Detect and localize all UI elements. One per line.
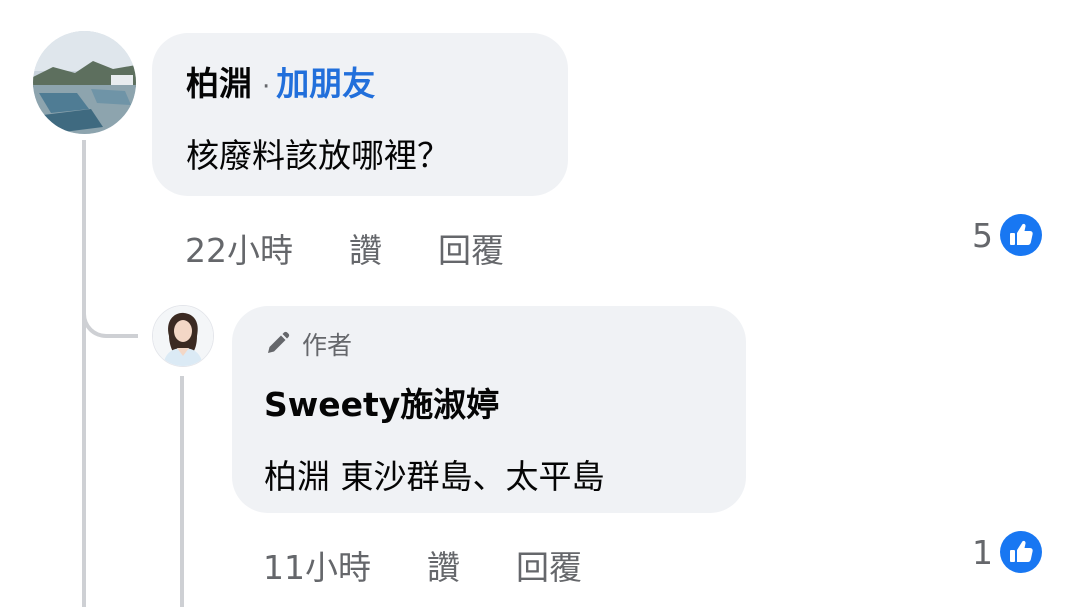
separator-dot: · — [262, 72, 271, 102]
comment-actions: 22小時 讚 回覆 — [185, 224, 504, 272]
reply-text: 柏淵 東沙群島、太平島 — [264, 457, 605, 496]
thread-line-main — [82, 140, 86, 607]
comment-thread: 柏淵 · 加朋友 核廢料該放哪裡？ 22小時 讚 回覆 5 作者 Sweety施… — [0, 0, 1080, 607]
reply-author-name[interactable]: Sweety施淑婷 — [264, 378, 499, 426]
thread-line-connector — [82, 282, 138, 338]
reply-like-button[interactable]: 讚 — [427, 541, 460, 589]
reply-actions: 11小時 讚 回覆 — [263, 541, 582, 589]
reply-reply-button[interactable]: 回覆 — [516, 541, 582, 589]
reply-timestamp[interactable]: 11小時 — [263, 541, 371, 589]
commenter-avatar[interactable] — [33, 31, 136, 134]
comment-text: 核廢料該放哪裡？ — [186, 136, 450, 175]
reply-button[interactable]: 回覆 — [438, 224, 504, 272]
comment-reaction-count[interactable]: 5 — [972, 213, 1043, 257]
comment-header: 柏淵 · 加朋友 — [186, 57, 375, 105]
like-button[interactable]: 讚 — [349, 224, 382, 272]
add-friend-link[interactable]: 加朋友 — [276, 64, 375, 103]
thread-line-reply — [180, 376, 184, 607]
comment-bubble: 柏淵 · 加朋友 核廢料該放哪裡？ — [152, 33, 568, 196]
like-reaction-icon — [1000, 531, 1042, 573]
reply-bubble: 作者 Sweety施淑婷 柏淵 東沙群島、太平島 — [232, 306, 746, 513]
reaction-count: 5 — [972, 215, 993, 255]
reply-author-avatar[interactable] — [152, 305, 214, 367]
reply-reaction-count[interactable]: 1 — [972, 530, 1043, 574]
author-badge: 作者 — [264, 326, 352, 362]
comment-author-name[interactable]: 柏淵 — [186, 64, 252, 103]
author-badge-label: 作者 — [302, 331, 353, 360]
reaction-count: 1 — [972, 532, 993, 572]
comment-timestamp[interactable]: 22小時 — [185, 224, 293, 272]
pencil-icon — [268, 331, 290, 353]
like-reaction-icon — [1000, 214, 1042, 256]
